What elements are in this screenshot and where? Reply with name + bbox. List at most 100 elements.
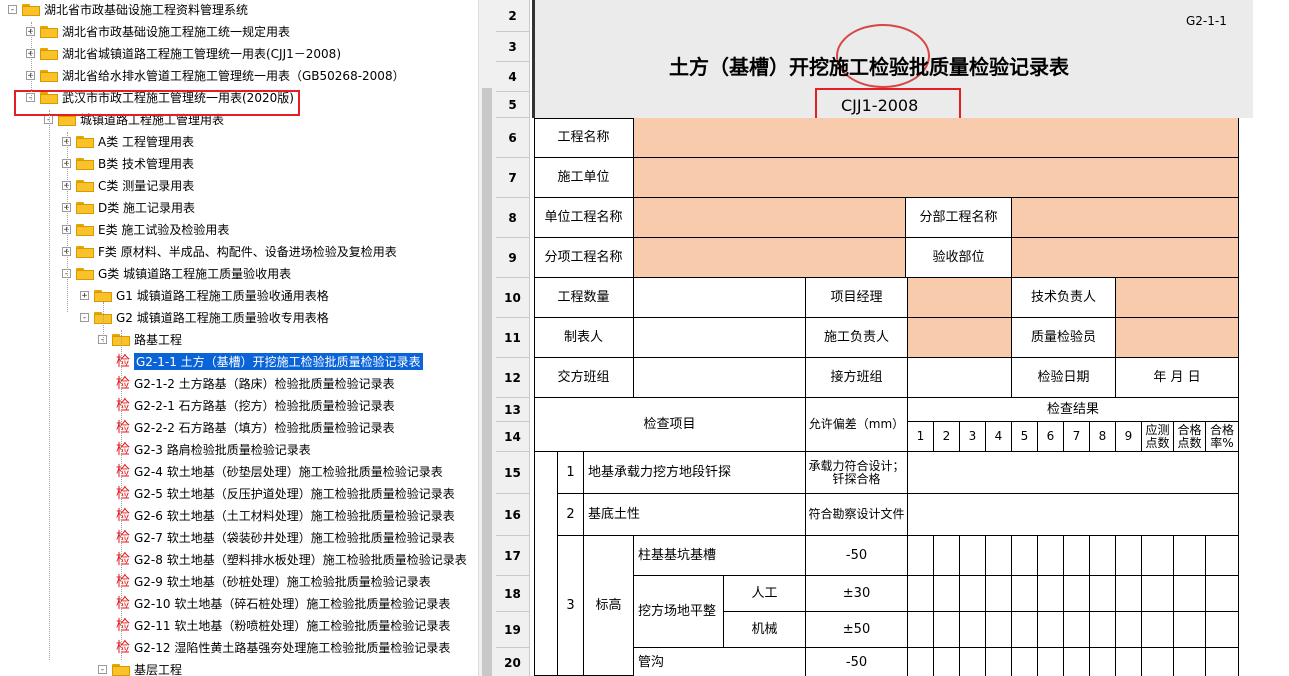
- tree-scrollbar[interactable]: [478, 0, 496, 676]
- result-cell[interactable]: [1038, 612, 1064, 648]
- row-number[interactable]: 8: [496, 198, 530, 238]
- collapse-icon[interactable]: -: [98, 664, 107, 674]
- row-number[interactable]: 6: [496, 118, 530, 158]
- result-cell[interactable]: [1142, 648, 1174, 676]
- row-number[interactable]: 2: [496, 0, 530, 32]
- row-number[interactable]: 4: [496, 62, 530, 92]
- row-number[interactable]: 3: [496, 32, 530, 62]
- input-project-name[interactable]: [634, 118, 1239, 158]
- result-cell[interactable]: [1206, 576, 1239, 612]
- row-number[interactable]: 10: [496, 278, 530, 318]
- tree-folder-item[interactable]: + A类 工程管理用表: [62, 131, 194, 151]
- input-division-project[interactable]: [1012, 198, 1239, 238]
- result-cell[interactable]: [934, 648, 960, 676]
- row-number[interactable]: 5: [496, 92, 530, 118]
- result-cell[interactable]: [960, 576, 986, 612]
- result-cell[interactable]: [1174, 536, 1206, 576]
- input-project-manager[interactable]: [908, 278, 1012, 318]
- input-tech-lead[interactable]: [1116, 278, 1239, 318]
- result-cell[interactable]: [1090, 536, 1116, 576]
- row-number[interactable]: 14: [496, 422, 530, 452]
- result-cell[interactable]: [1142, 536, 1174, 576]
- tree-folder-item[interactable]: - 路基工程: [98, 329, 182, 349]
- input-construction-lead[interactable]: [908, 318, 1012, 358]
- result-cell[interactable]: [1142, 576, 1174, 612]
- result-cell[interactable]: [1174, 648, 1206, 676]
- tree-folder-item[interactable]: + D类 施工记录用表: [62, 197, 195, 217]
- result-cell[interactable]: [960, 612, 986, 648]
- input-acceptance-part[interactable]: [1012, 238, 1239, 278]
- tree-folder-item[interactable]: + B类 技术管理用表: [62, 153, 194, 173]
- result-cell[interactable]: [960, 648, 986, 676]
- tree-doc-item[interactable]: 检 G2-10 软土地基（碎石桩处理）施工检验批质量检验记录表: [116, 593, 450, 613]
- input-subitem-project[interactable]: [634, 238, 906, 278]
- input-quality-inspector[interactable]: [1116, 318, 1239, 358]
- tree-doc-item[interactable]: 检 G2-1-2 土方路基（路床）检验批质量检验记录表: [116, 373, 395, 393]
- tree-folder-item[interactable]: - G类 城镇道路工程施工质量验收用表: [62, 263, 291, 283]
- input-tabulator[interactable]: [634, 318, 806, 358]
- row-number[interactable]: 20: [496, 648, 530, 676]
- tree-doc-item[interactable]: 检 G2-4 软土地基（砂垫层处理）施工检验批质量检验记录表: [116, 461, 443, 481]
- tree-doc-item[interactable]: 检 G2-9 软土地基（砂桩处理）施工检验批质量检验记录表: [116, 571, 431, 591]
- result-cell[interactable]: [1064, 612, 1090, 648]
- result-cell[interactable]: [1174, 576, 1206, 612]
- tree-doc-item[interactable]: 检 G2-6 软土地基（土工材料处理）施工检验批质量检验记录表: [116, 505, 455, 525]
- result-cell[interactable]: [1064, 536, 1090, 576]
- result-cell[interactable]: [1206, 536, 1239, 576]
- scrollbar-thumb[interactable]: [482, 88, 492, 676]
- result-area[interactable]: [908, 452, 1239, 494]
- result-cell[interactable]: [1012, 536, 1038, 576]
- tree-folder-item[interactable]: + 湖北省给水排水管道工程施工管理统一用表（GB50268-2008）: [26, 65, 405, 85]
- result-cell[interactable]: [1090, 648, 1116, 676]
- result-cell[interactable]: [1116, 648, 1142, 676]
- result-cell[interactable]: [986, 648, 1012, 676]
- row-number[interactable]: 9: [496, 238, 530, 278]
- tree-doc-item[interactable]: 检 G2-5 软土地基（反压护道处理）施工检验批质量检验记录表: [116, 483, 455, 503]
- tree-folder-item[interactable]: + 湖北省城镇道路工程施工管理统一用表(CJJ1－2008): [26, 43, 341, 63]
- row-number[interactable]: 18: [496, 576, 530, 612]
- result-cell[interactable]: [960, 536, 986, 576]
- tree-doc-item[interactable]: 检 G2-2-2 石方路基（填方）检验批质量检验记录表: [116, 417, 395, 437]
- tree-folder-item[interactable]: + 湖北省市政基础设施工程施工统一规定用表: [26, 21, 290, 41]
- result-cell[interactable]: [1012, 576, 1038, 612]
- blank-margin-cell[interactable]: [534, 452, 558, 676]
- collapse-icon[interactable]: -: [80, 312, 89, 322]
- result-cell[interactable]: [1064, 648, 1090, 676]
- result-cell[interactable]: [1012, 612, 1038, 648]
- tree-doc-item[interactable]: 检 G2-2-1 石方路基（挖方）检验批质量检验记录表: [116, 395, 395, 415]
- result-cell[interactable]: [1116, 536, 1142, 576]
- result-cell[interactable]: [1038, 536, 1064, 576]
- result-cell[interactable]: [986, 576, 1012, 612]
- tree-doc-item[interactable]: 检 G2-1-1 土方（基槽）开挖施工检验批质量检验记录表: [116, 351, 423, 371]
- input-unit-project[interactable]: [634, 198, 906, 238]
- result-cell[interactable]: [1064, 576, 1090, 612]
- tree-folder-item[interactable]: + C类 测量记录用表: [62, 175, 194, 195]
- result-cell[interactable]: [908, 536, 934, 576]
- row-number[interactable]: 19: [496, 612, 530, 648]
- row-number[interactable]: 16: [496, 494, 530, 536]
- row-number[interactable]: 17: [496, 536, 530, 576]
- result-cell[interactable]: [908, 612, 934, 648]
- result-cell[interactable]: [986, 612, 1012, 648]
- row-number[interactable]: 12: [496, 358, 530, 398]
- tree-doc-item[interactable]: 检 G2-11 软土地基（粉喷桩处理）施工检验批质量检验记录表: [116, 615, 450, 635]
- input-receiving-team[interactable]: [908, 358, 1012, 398]
- result-cell[interactable]: [1090, 576, 1116, 612]
- result-cell[interactable]: [1038, 648, 1064, 676]
- result-cell[interactable]: [986, 536, 1012, 576]
- result-area[interactable]: [908, 494, 1239, 536]
- input-handover-team[interactable]: [634, 358, 806, 398]
- result-cell[interactable]: [934, 536, 960, 576]
- row-number[interactable]: 7: [496, 158, 530, 198]
- tree-doc-item[interactable]: 检 G2-12 湿陷性黄土路基强夯处理施工检验批质量检验记录表: [116, 637, 450, 657]
- result-cell[interactable]: [908, 648, 934, 676]
- expand-icon[interactable]: +: [80, 290, 89, 300]
- result-cell[interactable]: [1206, 648, 1239, 676]
- row-number[interactable]: 11: [496, 318, 530, 358]
- result-cell[interactable]: [1174, 612, 1206, 648]
- tree-folder-item[interactable]: - 基层工程: [98, 659, 182, 676]
- input-construction-unit[interactable]: [634, 158, 1239, 198]
- tree-folder-item[interactable]: - G2 城镇道路工程施工质量验收专用表格: [80, 307, 329, 327]
- result-cell[interactable]: [934, 576, 960, 612]
- tree-folder-item[interactable]: + G1 城镇道路工程施工质量验收通用表格: [80, 285, 329, 305]
